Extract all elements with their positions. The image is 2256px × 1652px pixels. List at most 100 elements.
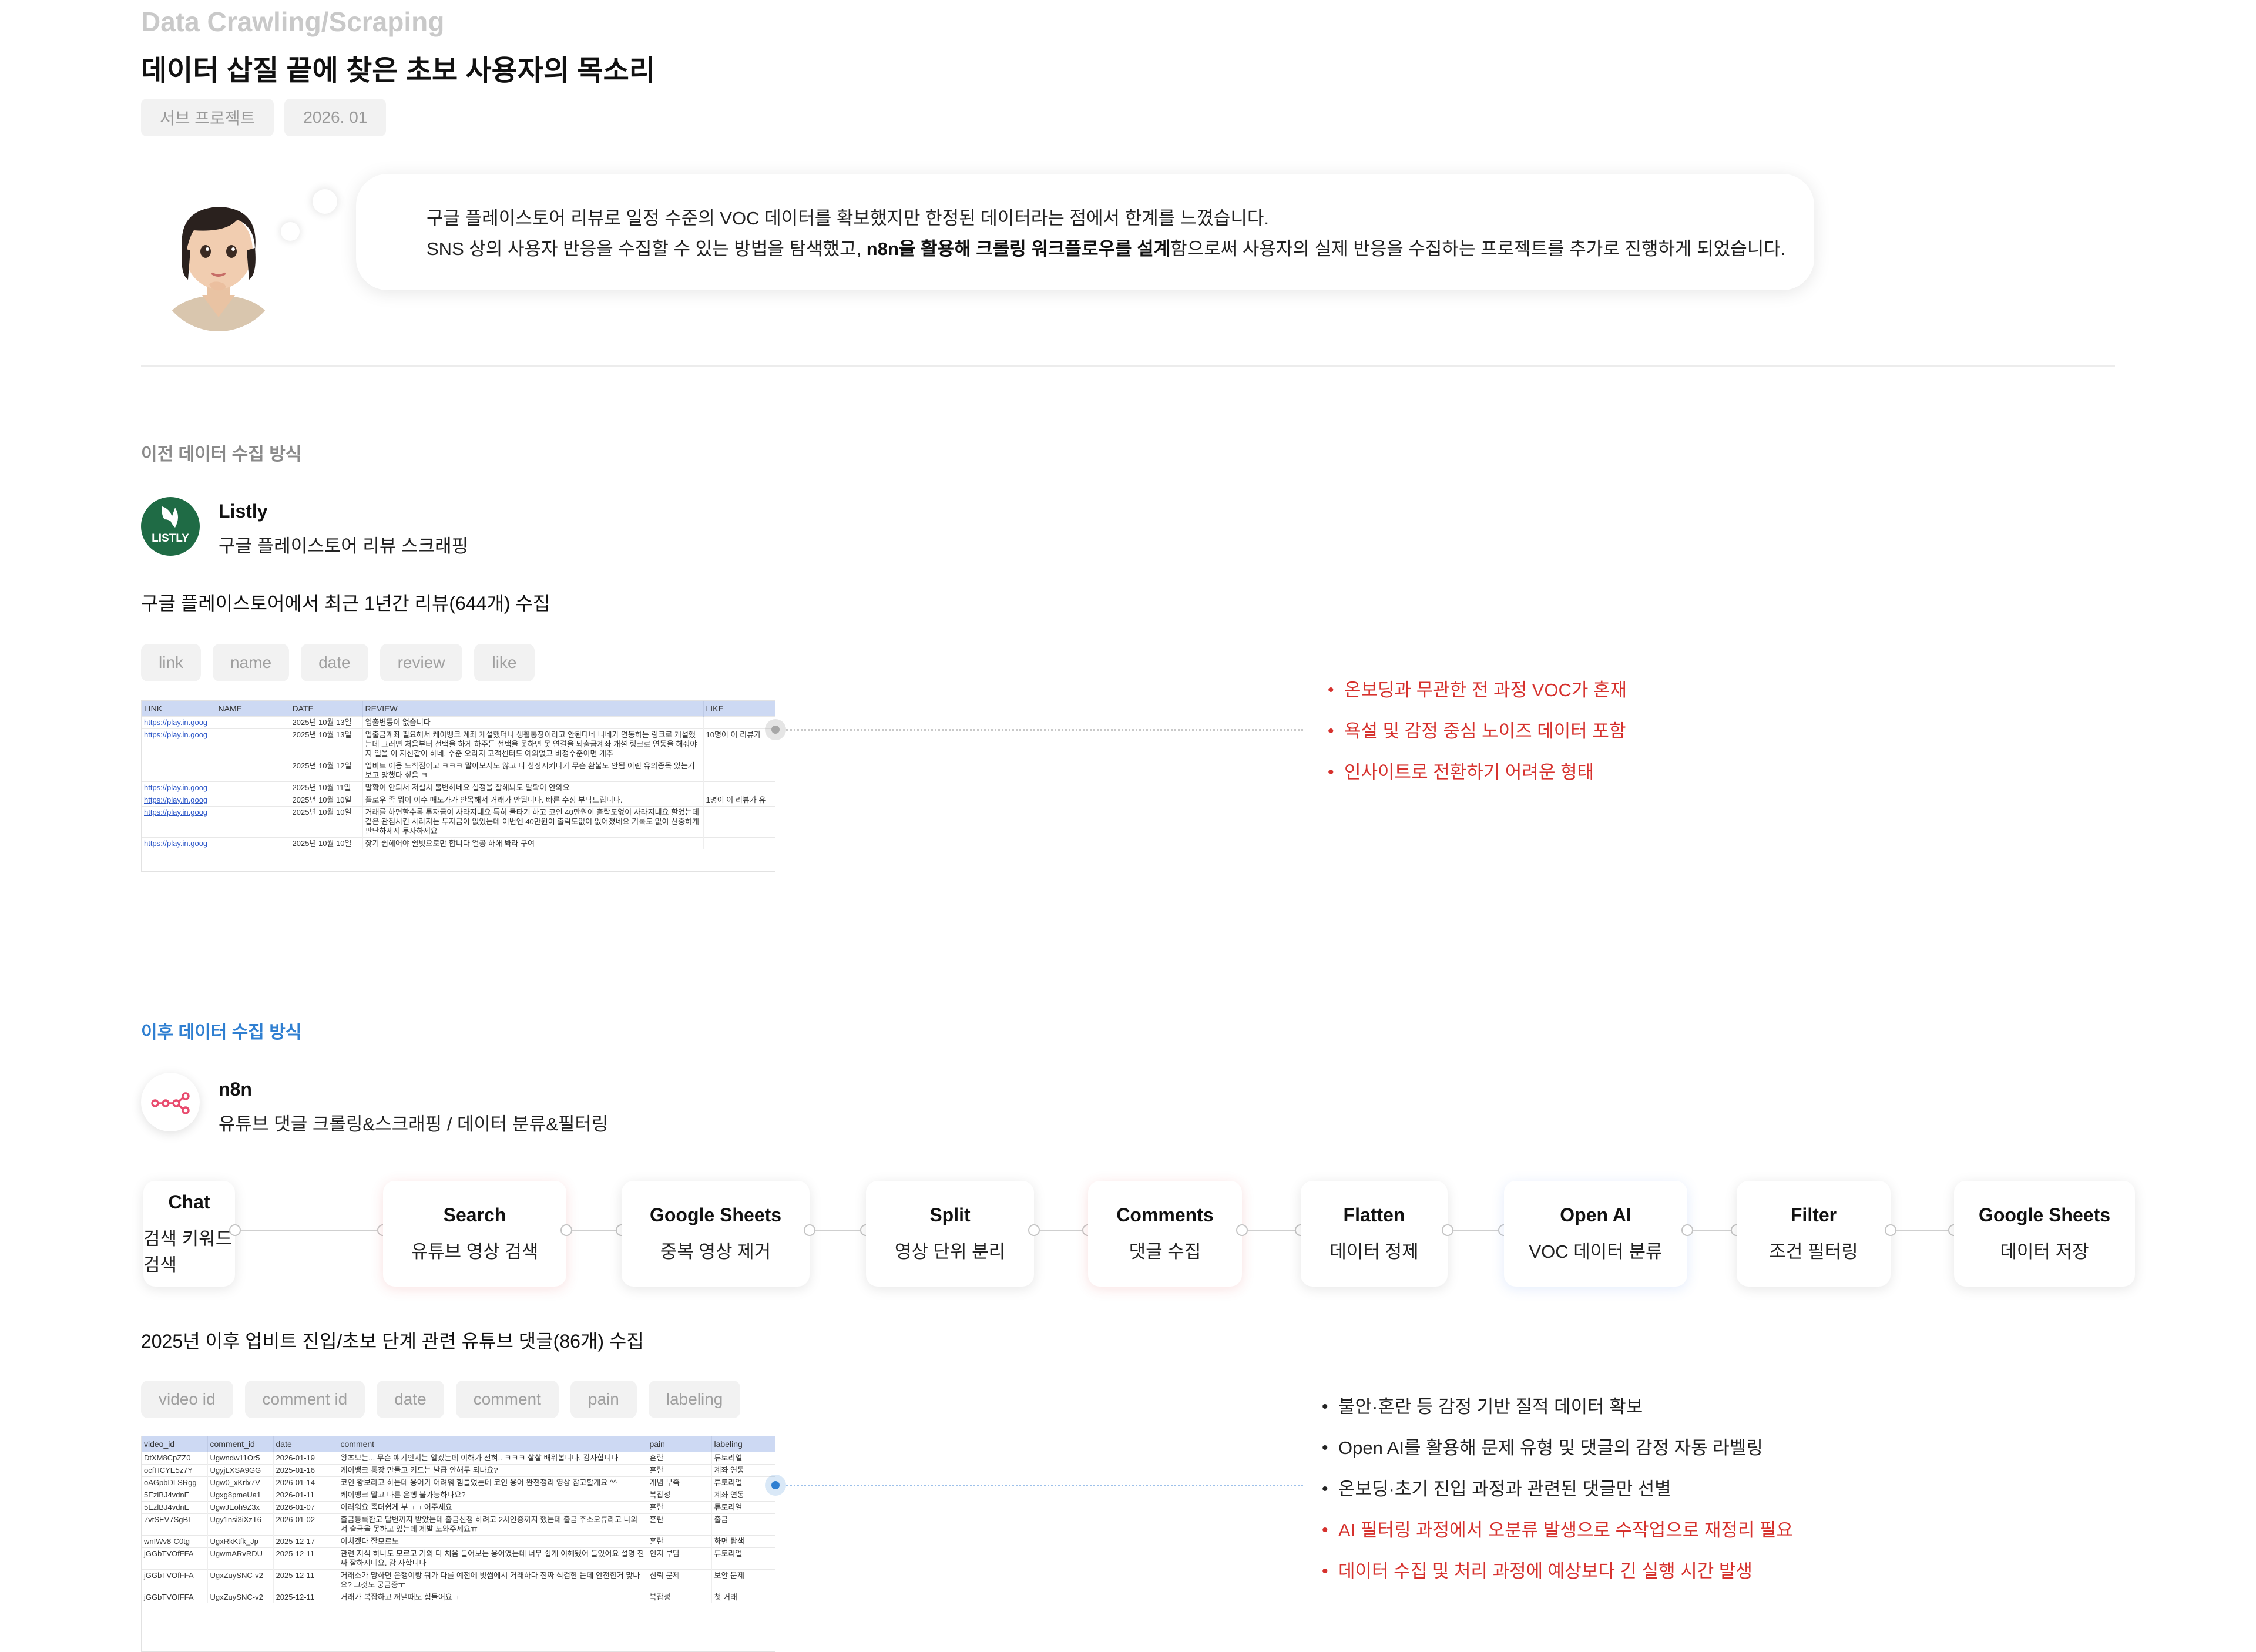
result-item: • 데이터 수집 및 처리 과정에 예상보다 긴 실행 시간 발생	[1322, 1561, 1753, 1582]
table-row: jGGbTVOfFFA UgxZuySNC-v2 2025-12-11 거래소가 망하…	[142, 1569, 775, 1591]
table-cell: 입출금계좌 필요해서 케이뱅크 계좌 개설했더니 생활통장이라고 안된다네 니네…	[362, 728, 704, 760]
table-cell: 2026-01-02	[273, 1513, 338, 1535]
workflow-node: Google Sheets 데이터 저장	[1954, 1181, 2135, 1287]
sheet-col-header: LIKE	[703, 701, 775, 716]
workflow-node-title: Search	[443, 1204, 506, 1225]
before-connector-dot	[765, 719, 786, 740]
intro-speech-bubble: 구글 플레이스토어 리뷰로 일정 수준의 VOC 데이터를 확보했지만 한정된 …	[356, 174, 1814, 290]
table-cell: 2026-01-19	[273, 1451, 338, 1464]
table-cell: ocfHCYE5z7Y	[142, 1463, 208, 1476]
result-item: • 불안·혼란 등 감정 기반 질적 데이터 확보	[1322, 1396, 1643, 1417]
table-cell[interactable]: https://play.in.goog	[142, 781, 216, 794]
sheet-col-header: NAME	[216, 701, 290, 716]
after-result-list: • 불안·혼란 등 감정 기반 질적 데이터 확보 • Open AI를 활용해 문제…	[1322, 1398, 1793, 1580]
table-row: oAGpbDLSRgg Ugw0_xKrlx7V 2026-01-14 코인 왕보라고…	[142, 1476, 775, 1489]
workflow-node: Chat 검색 키워드 검색	[143, 1181, 235, 1287]
table-row: 5EzlBJ4vdnE UgwJEoh9Z3x 2026-01-07 이러워요 좀더쉽…	[142, 1500, 775, 1513]
table-cell: UgyjLXSA9GG	[207, 1463, 274, 1476]
table-row: 5EzlBJ4vdnE Ugxg8pmeUa1 2026-01-11 케이뱅크 말고 …	[142, 1488, 775, 1501]
table-cell: 코인 왕보라고 하는데 용어가 어려워 힘들었는데 코인 용어 완전정리 영상 …	[338, 1476, 647, 1489]
table-cell: 2025년 10월 10일	[290, 793, 363, 806]
sheet-col-header: pain	[647, 1436, 712, 1452]
table-row: https://play.in.goog 2025년 10월 13일 입출금계좌 필…	[142, 728, 775, 760]
field-chip-name: name	[213, 644, 290, 681]
workflow-edge	[241, 1230, 377, 1231]
table-cell: 튜토리얼	[711, 1547, 775, 1569]
table-row: wnIWv8-C0tg UgxRkKtfk_Jp 2025-12-17 이치겠다 잘모…	[142, 1535, 775, 1547]
table-row: DtXM8CpZZ0 Ugwndw11Or5 2026-01-19 왕초보는... 무…	[142, 1451, 775, 1464]
bullet-icon: •	[1322, 1397, 1328, 1416]
workflow-port	[1681, 1224, 1693, 1236]
table-row: https://play.in.goog 2025년 10월 13일 입출변동이 없…	[142, 716, 775, 728]
workflow-edge	[1040, 1230, 1082, 1231]
table-cell: 5EzlBJ4vdnE	[142, 1488, 208, 1501]
table-cell: 보안 문제	[711, 1569, 775, 1591]
sheet-col-header: video_id	[142, 1436, 208, 1452]
before-field-chips: link name date review like	[141, 644, 535, 681]
table-cell	[216, 759, 290, 781]
table-cell: 이러워요 좀더쉽게 부 ㅜㅜ어주세요	[338, 1500, 647, 1513]
table-row: ocfHCYE5z7Y UgyjLXSA9GG 2025-01-16 케이뱅크 통장 …	[142, 1463, 775, 1476]
listly-tool-name: Listly	[219, 501, 268, 522]
sheet-col-header: labeling	[711, 1436, 775, 1452]
table-cell: 인지 부담	[647, 1547, 712, 1569]
table-cell: 2025년 10월 12일	[290, 759, 363, 781]
table-cell: UgxZuySNC-v2	[207, 1590, 274, 1603]
sheet-col-header: date	[273, 1436, 338, 1452]
listly-tool-desc: 구글 플레이스토어 리뷰 스크래핑	[219, 536, 469, 556]
table-row: https://play.in.goog 2025년 10월 10일 찾기 쉽헤어야…	[142, 837, 775, 849]
workflow-node-desc: 유튜브 영상 검색	[411, 1241, 539, 1262]
field-chip-review: review	[380, 644, 463, 681]
table-cell: 업비트 이용 도착점이고 ㅋㅋㅋ 말아보지도 않고 다 상장시키다가 무슨 환불…	[362, 759, 704, 781]
table-row: https://play.in.goog 2025년 10월 11일 말확이 안되서…	[142, 781, 775, 794]
result-item: • 온보딩·초기 진입 과정과 관련된 댓글만 선별	[1322, 1479, 1671, 1499]
table-cell	[216, 716, 290, 728]
table-cell: 혼란	[647, 1535, 712, 1547]
table-cell: 2025년 10월 10일	[290, 837, 363, 849]
table-cell: 출금	[711, 1513, 775, 1535]
bullet-icon: •	[1328, 763, 1334, 782]
after-field-chips: video id comment id date comment pain la…	[141, 1381, 741, 1418]
after-connector-dot	[765, 1475, 786, 1496]
section-divider	[141, 365, 2115, 367]
table-row: 2025년 10월 12일 업비트 이용 도착점이고 ㅋㅋㅋ 말아보지도 않고 다…	[142, 759, 775, 781]
after-section-label: 이후 데이터 수집 방식	[141, 1023, 302, 1042]
workflow-node-desc: 영상 단위 분리	[894, 1241, 1006, 1262]
avatar-illustration	[156, 207, 281, 331]
workflow-node: Search 유튜브 영상 검색	[383, 1181, 566, 1287]
table-cell[interactable]: https://play.in.goog	[142, 793, 216, 806]
table-cell: UgxRkKtfk_Jp	[207, 1535, 274, 1547]
result-item: • AI 필터링 과정에서 오분류 발생으로 수작업으로 재정리 필요	[1322, 1520, 1794, 1540]
before-issue-list: • 온보딩과 무관한 전 과정 VOC가 혼재 • 욕설 및 감정 중심 노이즈 데…	[1328, 681, 1627, 781]
before-connector-line	[786, 729, 1303, 731]
table-cell: jGGbTVOfFFA	[142, 1547, 208, 1569]
workflow-node-desc: 조건 필터링	[1769, 1241, 1858, 1262]
field-chip-labeling: labeling	[648, 1381, 741, 1418]
table-cell: 1명이 이 리뷰가 유	[703, 793, 775, 806]
table-row: 7vtSEV7SgBI Ugy1nsi3iXzT6 2026-01-02 출금등록한고…	[142, 1513, 775, 1535]
table-cell: 2025-12-17	[273, 1535, 338, 1547]
category-eyebrow: Data Crawling/Scraping	[141, 6, 445, 37]
table-cell[interactable]: https://play.in.goog	[142, 837, 216, 849]
after-connector-line	[786, 1485, 1303, 1486]
table-cell: UgwmARvRDU	[207, 1547, 274, 1569]
table-cell: 플로우 좀 뭐이 이수 매도가가 안목해서 거래가 안됩니다. 빠른 수정 부탁…	[362, 793, 704, 806]
issue-item: • 온보딩과 무관한 전 과정 VOC가 혼재	[1328, 680, 1627, 700]
table-cell: 2026-01-07	[273, 1500, 338, 1513]
table-cell	[703, 781, 775, 794]
field-chip-like: like	[474, 644, 535, 681]
listly-logo-icon: LISTLY	[141, 497, 200, 556]
project-type-tag: 서브 프로젝트	[141, 99, 274, 136]
table-cell[interactable]: https://play.in.goog	[142, 805, 216, 837]
table-cell: 2025-12-11	[273, 1590, 338, 1603]
workflow-node-title: Open AI	[1560, 1204, 1631, 1225]
workflow-node-desc: VOC 데이터 분류	[1529, 1241, 1663, 1262]
table-row: https://play.in.goog 2025년 10월 10일 거래를 하면할…	[142, 805, 775, 837]
workflow-node: Split 영상 단위 분리	[866, 1181, 1034, 1287]
workflow-port	[1236, 1224, 1248, 1236]
field-chip-comment: comment	[455, 1381, 559, 1418]
before-summary: 구글 플레이스토어에서 최근 1년간 리뷰(644개) 수집	[141, 593, 550, 614]
table-cell[interactable]: https://play.in.goog	[142, 728, 216, 760]
table-cell: 2025-12-11	[273, 1569, 338, 1591]
table-cell[interactable]: https://play.in.goog	[142, 716, 216, 728]
